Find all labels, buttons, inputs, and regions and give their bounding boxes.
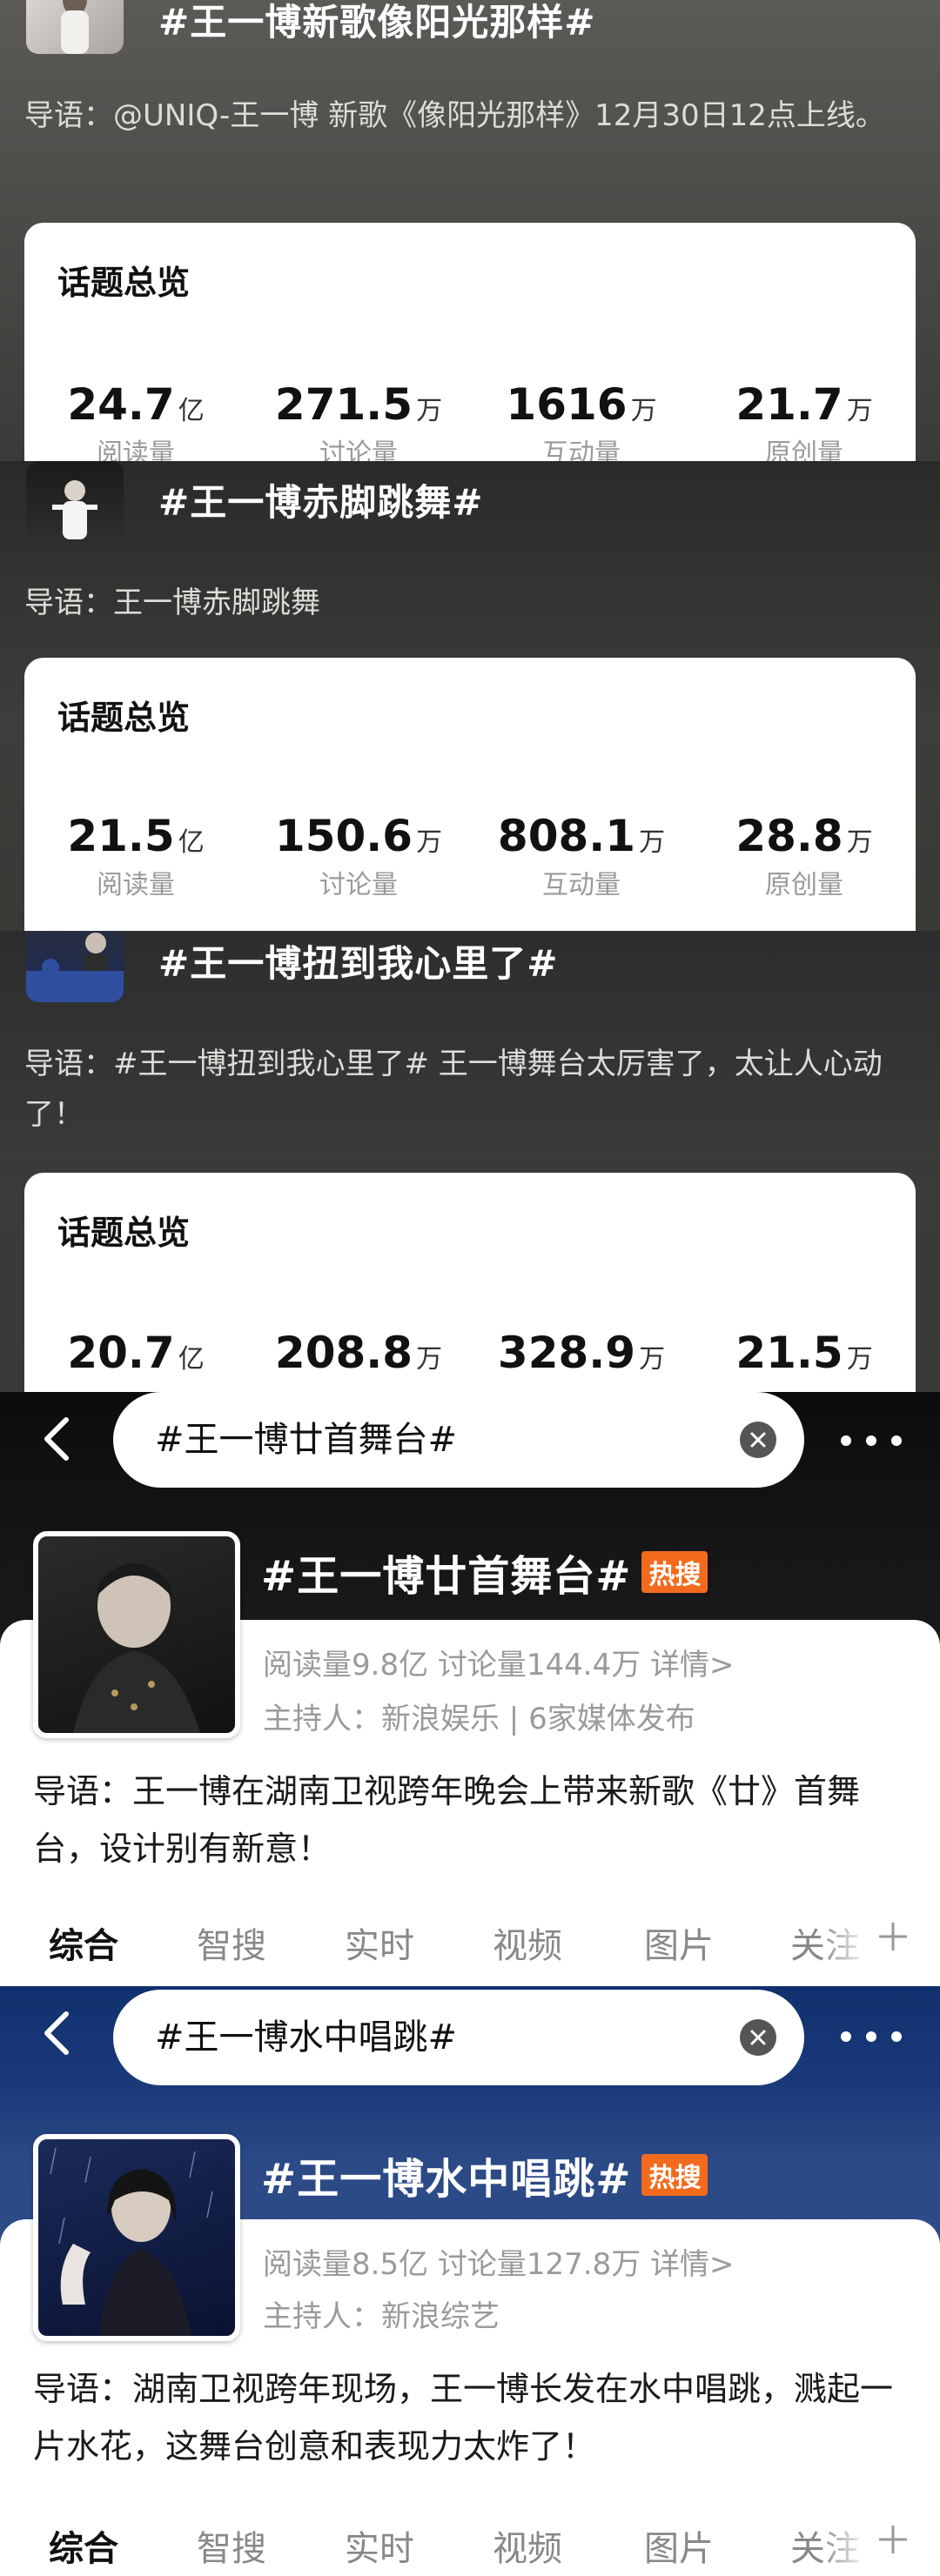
result-title[interactable]: #王一博水中唱跳# — [261, 2144, 631, 2205]
topic-cover-image[interactable] — [33, 2134, 240, 2341]
tab-image[interactable]: 图片 — [644, 1917, 714, 1968]
result-title[interactable]: #王一博廿首舞台# — [261, 1542, 631, 1602]
topic-intro: 导语：#王一博扭到我心里了# 王一博舞台太厉害了，太让人心动了！ — [24, 1047, 883, 1132]
search-result-panel-2: #王一博水中唱跳# #王一博水中唱跳# 热搜 阅读量8.5亿 讨论量127.8万… — [0, 1986, 940, 2576]
topic-title[interactable]: #王一博赤脚跳舞# — [158, 473, 483, 526]
result-host: 主持人：新浪娱乐 | 6家媒体发布 — [263, 1702, 695, 1736]
result-tabs: 综合 智搜 实时 视频 图片 关注 — [0, 1917, 940, 1986]
topic-intro: 导语：@UNIQ-王一博 新歌《像阳光那样》12月30日12点上线。 — [24, 98, 885, 133]
topic-thumbnail[interactable] — [26, 461, 124, 559]
tab-realtime[interactable]: 实时 — [345, 2520, 414, 2571]
tab-smart-search[interactable]: 智搜 — [197, 1917, 266, 1968]
tab-all[interactable]: 综合 — [49, 2520, 118, 2571]
add-tab-icon[interactable] — [876, 2522, 910, 2557]
result-intro: 导语：王一博在湖南卫视跨年晚会上带来新歌《廿》首舞台，设计别有新意！ — [33, 1772, 861, 1868]
topic-overview-card: 话题总览 21.5 亿阅读量 150.6 万讨论量 808.1 万互动量 28.8 万原… — [24, 658, 916, 931]
stat-discuss: 150.6 万讨论量 — [274, 811, 443, 900]
stat-original: 28.8 万原创量 — [735, 811, 873, 900]
search-input[interactable]: #王一博水中唱跳# — [113, 1990, 804, 2085]
more-options-icon[interactable] — [841, 2019, 902, 2054]
stat-discuss: 208.8 万 — [274, 1328, 443, 1378]
stat-original: 21.5 万 — [735, 1328, 873, 1378]
hot-badge: 热搜 — [641, 2154, 708, 2196]
tab-video[interactable]: 视频 — [493, 2520, 562, 2571]
search-result-panel-1: #王一博廿首舞台# #王一博廿首舞台# 热搜 阅读量9.8亿 讨论量144.4万… — [0, 1392, 940, 1986]
result-tabs: 综合 智搜 实时 视频 图片 关注 — [0, 2520, 940, 2576]
tab-smart-search[interactable]: 智搜 — [197, 2520, 266, 2571]
result-meta[interactable]: 阅读量9.8亿 讨论量144.4万 详情> — [263, 1641, 735, 1683]
search-input[interactable]: #王一博廿首舞台# — [113, 1392, 804, 1488]
search-query: #王一博廿首舞台# — [155, 1420, 458, 1460]
topic-title[interactable]: #王一博扭到我心里了# — [158, 934, 558, 987]
back-arrow-icon[interactable] — [37, 1413, 80, 1465]
search-query: #王一博水中唱跳# — [155, 2017, 458, 2057]
stat-read: 20.7 亿 — [67, 1328, 205, 1378]
stat-read: 21.5 亿阅读量 — [67, 811, 205, 900]
tab-all[interactable]: 综合 — [49, 1917, 118, 1968]
stat-discuss: 271.5 万讨论量 — [274, 379, 443, 461]
result-meta[interactable]: 阅读量8.5亿 讨论量127.8万 详情> — [263, 2240, 735, 2283]
stat-interact: 808.1 万互动量 — [497, 811, 666, 900]
topic-overview-card: 话题总览 20.7 亿 208.8 万 328.9 万 21.5 万 — [24, 1173, 916, 1392]
topic-panel-1: #王一博新歌像阳光那样# 导语：@UNIQ-王一博 新歌《像阳光那样》12月30… — [0, 0, 940, 461]
topic-overview-card: 话题总览 24.7 亿阅读量 271.5 万讨论量 1616 万互动量 21.7 万原创… — [24, 223, 916, 461]
tab-realtime[interactable]: 实时 — [345, 1917, 414, 1968]
topic-panel-2: #王一博赤脚跳舞# 导语：王一博赤脚跳舞 话题总览 21.5 亿阅读量 150.6… — [0, 461, 940, 931]
overview-title: 话题总览 — [57, 699, 191, 737]
stat-interact: 1616 万互动量 — [506, 379, 657, 461]
back-arrow-icon[interactable] — [37, 2007, 80, 2059]
clear-icon[interactable] — [740, 2019, 776, 2056]
more-options-icon[interactable] — [841, 1423, 902, 1458]
tab-video[interactable]: 视频 — [493, 1917, 562, 1968]
overview-title: 话题总览 — [57, 264, 191, 302]
stat-interact: 328.9 万 — [497, 1328, 666, 1378]
overview-title: 话题总览 — [57, 1214, 191, 1252]
topic-panel-3: #王一博扭到我心里了# 导语：#王一博扭到我心里了# 王一博舞台太厉害了，太让人… — [0, 931, 940, 1392]
result-intro: 导语：湖南卫视跨年现场，王一博长发在水中唱跳，溅起一片水花，这舞台创意和表现力太… — [33, 2370, 894, 2466]
topic-intro: 导语：王一博赤脚跳舞 — [24, 585, 320, 620]
topic-cover-image[interactable] — [33, 1531, 240, 1738]
result-host: 主持人：新浪综艺 — [263, 2299, 500, 2334]
topic-thumbnail[interactable] — [26, 931, 124, 1002]
topic-thumbnail[interactable] — [26, 0, 124, 54]
stat-original: 21.7 万原创量 — [735, 379, 873, 461]
hot-badge: 热搜 — [641, 1551, 708, 1593]
stat-read: 24.7 亿阅读量 — [67, 379, 205, 461]
add-tab-icon[interactable] — [876, 1919, 910, 1954]
clear-icon[interactable] — [740, 1422, 776, 1458]
topic-title[interactable]: #王一博新歌像阳光那样# — [158, 0, 595, 46]
tab-image[interactable]: 图片 — [644, 2520, 714, 2571]
